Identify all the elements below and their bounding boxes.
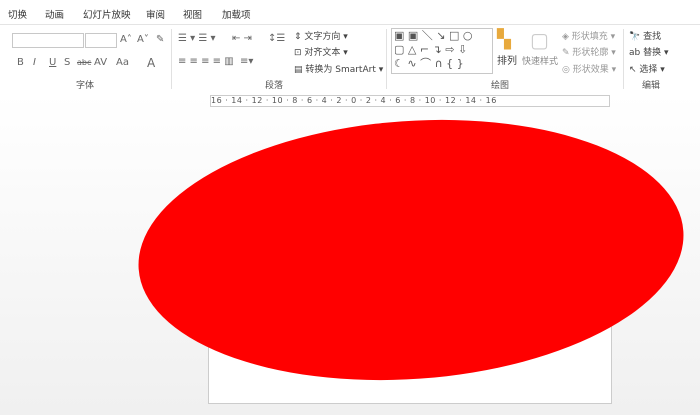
shape-layer (130, 102, 693, 397)
red-ellipse-shape[interactable] (130, 102, 693, 397)
